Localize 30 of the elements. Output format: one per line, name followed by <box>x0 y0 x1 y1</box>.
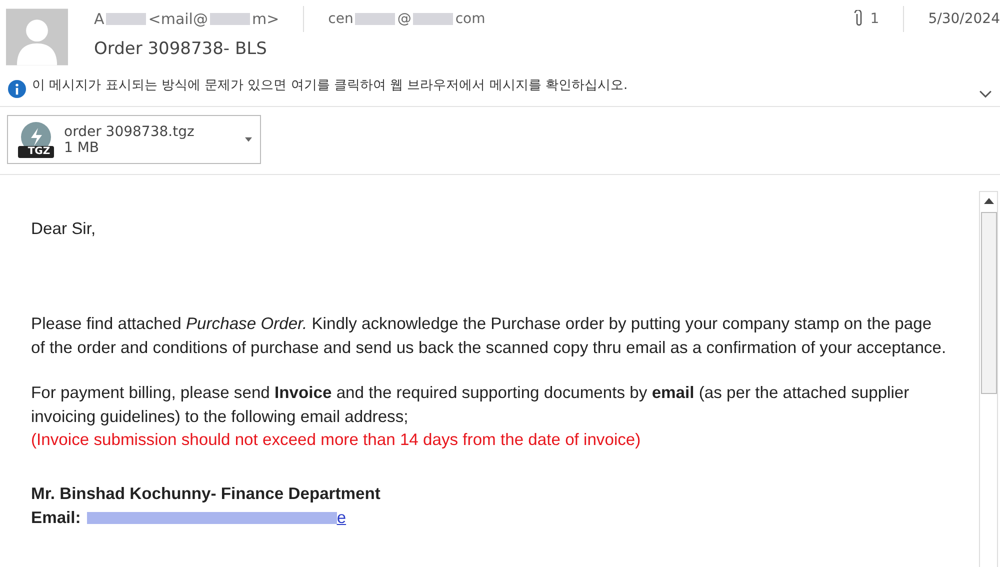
warning-text: (Invoice submission should not exceed more than 14 days from the date of invoice) <box>31 429 642 451</box>
scroll-thumb[interactable] <box>980 212 996 394</box>
archive-file-icon <box>16 122 56 158</box>
sender-text: m> <box>252 10 280 28</box>
attachment-count: 1 <box>870 11 880 27</box>
chevron-down-icon[interactable] <box>979 90 992 98</box>
attachment-chip[interactable]: TGZ order 3098738.tgz 1 MB <box>7 115 261 164</box>
sender-text: <mail@ <box>148 10 208 28</box>
file-type-label: TGZ <box>26 146 52 157</box>
file-size: 1 MB <box>64 140 100 156</box>
info-message[interactable]: 이 메시지가 표시되는 방식에 문제가 있으면 여기를 클릭하여 웹 브라우저에서 메시지를 확인하십시오. <box>32 76 628 94</box>
body-paragraph: Please find attached Purchase Order. Kindly acknowledge the Purchase order by putting your company stamp on the page of the order and conditions of purchase and send us back the scanned copy thru email as a confirmation of your acceptance. <box>31 313 948 358</box>
body-paragraph: For payment billing, please send Invoice and the required supporting documents by email (as per the attached supplier invoicing guidelines) to the following email address; <box>31 382 910 428</box>
caret-icon <box>245 137 252 142</box>
sender-text: A <box>94 10 104 28</box>
subject-text: Order 3098738- BLS <box>94 39 268 59</box>
recipient-text: cen <box>328 11 354 27</box>
paperclip-icon <box>854 10 864 28</box>
date-text: 5/30/2024 <box>928 11 1000 27</box>
email-label: Email: <box>31 506 81 528</box>
email-link[interactable]: e <box>86 506 346 530</box>
recipient-text: @ <box>397 11 412 27</box>
avatar-icon <box>6 6 68 68</box>
scroll-up-icon[interactable] <box>984 198 994 204</box>
greeting-text: Dear Sir, <box>31 219 97 239</box>
scrollbar[interactable] <box>979 191 998 567</box>
info-icon <box>8 80 26 98</box>
contact-name: Mr. Binshad Kochunny- Finance Department <box>31 482 382 504</box>
file-name: order 3098738.tgz <box>64 124 196 140</box>
recipient-text: com <box>455 11 486 27</box>
